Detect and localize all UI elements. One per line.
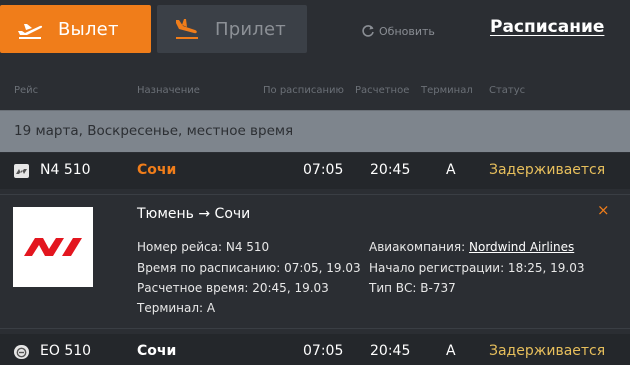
destination: Сочи [137, 343, 177, 359]
nordwind-logo-icon [13, 207, 93, 287]
tab-arrivals[interactable]: Прилет [157, 5, 307, 53]
column-header-destination[interactable]: Назначение [137, 85, 200, 96]
status-badge: Задерживается [489, 343, 606, 359]
close-icon[interactable]: × [597, 203, 610, 218]
airline-mini-logo-icon [14, 345, 29, 359]
detail-checkin: Начало регистрации: 18:25, 19.03 [369, 261, 585, 275]
date-header-label: 19 марта, Воскресенье, местное время [14, 123, 294, 139]
scheduled-time: 07:05 [303, 162, 344, 178]
status-badge: Задерживается [489, 162, 606, 178]
detail-scheduled-time: Время по расписанию: 07:05, 19.03 [137, 261, 361, 275]
refresh-icon [362, 25, 374, 37]
airline-link[interactable]: Nordwind Airlines [469, 240, 574, 254]
estimated-time: 20:45 [370, 162, 411, 178]
tab-arrivals-label: Прилет [215, 18, 286, 40]
divider [0, 328, 630, 329]
terminal: A [446, 162, 456, 178]
column-header-scheduled[interactable]: По расписанию [263, 85, 344, 96]
column-header-status[interactable]: Статус [489, 85, 525, 96]
detail-airline: Авиакомпания: Nordwind Airlines [369, 240, 574, 254]
flight-row[interactable]: EO 510 Сочи 07:05 20:45 A Задерживается [0, 334, 630, 365]
estimated-time: 20:45 [370, 343, 411, 359]
plane-landing-icon [173, 15, 201, 43]
top-navigation: Вылет Прилет Обновить Расписание [0, 0, 630, 62]
tab-departures[interactable]: Вылет [0, 5, 151, 53]
detail-flight-number: Номер рейса: N4 510 [137, 240, 270, 254]
tab-departures-label: Вылет [58, 18, 119, 40]
detail-aircraft: Тип ВС: B-737 [369, 281, 456, 295]
date-header: 19 марта, Воскресенье, местное время [0, 110, 630, 152]
detail-airline-label: Авиакомпания: [369, 240, 469, 254]
refresh-button[interactable]: Обновить [361, 24, 435, 38]
flight-detail-panel: Тюмень → Сочи Номер рейса: N4 510 Время … [0, 194, 630, 327]
flight-number: EO 510 [40, 343, 92, 359]
column-header-estimated[interactable]: Расчетное [355, 85, 409, 96]
route-title: Тюмень → Сочи [137, 206, 251, 222]
destination: Сочи [137, 162, 177, 178]
schedule-link[interactable]: Расписание [490, 17, 604, 37]
flight-row[interactable]: N4 510 Сочи 07:05 20:45 A Задерживается [0, 153, 630, 189]
refresh-label: Обновить [379, 24, 435, 38]
detail-terminal: Терминал: A [137, 301, 216, 315]
column-header-terminal[interactable]: Терминал [421, 85, 473, 96]
terminal: A [446, 343, 456, 359]
detail-estimated-time: Расчетное время: 20:45, 19.03 [137, 281, 329, 295]
nordwind-mini-logo-icon [14, 164, 29, 178]
plane-takeoff-icon [16, 15, 44, 43]
scheduled-time: 07:05 [303, 343, 344, 359]
flight-number: N4 510 [40, 162, 91, 178]
column-header-flight[interactable]: Рейс [14, 85, 38, 96]
